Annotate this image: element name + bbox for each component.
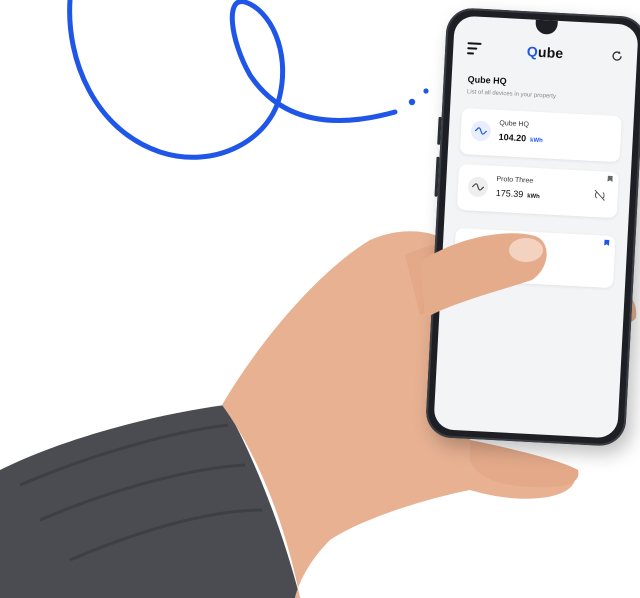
scene: Qube Qube HQ List of all devices in your… bbox=[0, 0, 640, 598]
thumb-overlay bbox=[420, 233, 547, 318]
